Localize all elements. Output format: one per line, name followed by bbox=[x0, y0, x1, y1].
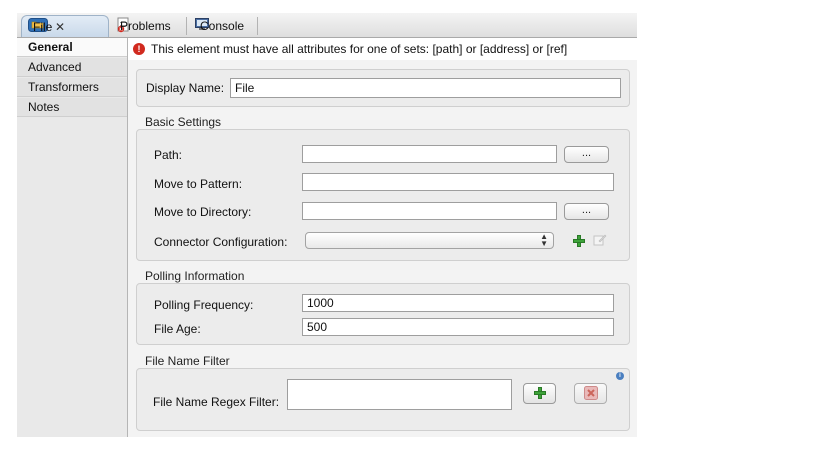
move-to-pattern-label: Move to Pattern: bbox=[154, 177, 243, 191]
move-to-directory-label: Move to Directory: bbox=[154, 205, 252, 219]
file-age-input[interactable] bbox=[302, 318, 614, 336]
tab-console[interactable]: Console bbox=[189, 15, 257, 37]
properties-panel: Display Name: Basic Settings Path: ... M… bbox=[128, 60, 637, 437]
display-name-label: Display Name: bbox=[146, 81, 225, 95]
polling-information-title: Polling Information bbox=[145, 269, 245, 283]
tab-problems[interactable]: Problems bbox=[111, 15, 185, 37]
validation-message: This element must have all attributes fo… bbox=[151, 42, 568, 56]
remove-filter-button[interactable] bbox=[574, 383, 607, 404]
tab-problems-label: Problems bbox=[120, 19, 171, 33]
polling-information-group: Polling Frequency: File Age: bbox=[136, 283, 630, 345]
close-icon[interactable]: ✕ bbox=[55, 20, 65, 34]
remove-icon bbox=[584, 386, 598, 403]
sidebar-item-advanced[interactable]: Advanced bbox=[17, 58, 127, 77]
tab-bar: File ✕ Problems Console bbox=[17, 13, 637, 38]
file-age-label: File Age: bbox=[154, 322, 201, 336]
path-browse-button[interactable]: ... bbox=[564, 146, 609, 163]
tab-divider bbox=[186, 17, 187, 35]
basic-settings-group: Path: ... Move to Pattern: Move to Direc… bbox=[136, 129, 630, 261]
error-icon: ! bbox=[133, 43, 145, 55]
connector-configuration-label: Connector Configuration: bbox=[154, 235, 288, 249]
connector-configuration-select[interactable]: ▲ ▼ bbox=[305, 232, 554, 249]
file-name-regex-filter-label: File Name Regex Filter: bbox=[153, 395, 280, 409]
add-filter-button[interactable] bbox=[523, 383, 556, 404]
tab-file-label: File bbox=[33, 19, 53, 34]
message-bar: ! This element must have all attributes … bbox=[127, 38, 637, 61]
sidebar-item-notes[interactable]: Notes bbox=[17, 98, 127, 117]
move-to-pattern-input[interactable] bbox=[302, 173, 614, 191]
file-name-filter-title: File Name Filter bbox=[145, 354, 230, 368]
polling-frequency-input[interactable] bbox=[302, 294, 614, 312]
move-to-directory-input[interactable] bbox=[302, 202, 557, 220]
plus-icon bbox=[534, 387, 546, 399]
path-label: Path: bbox=[154, 148, 183, 162]
file-name-filter-group: File Name Regex Filter: i bbox=[136, 368, 630, 431]
tab-divider bbox=[257, 17, 258, 35]
editor-frame: File ✕ Problems Console ! This element m… bbox=[17, 13, 637, 437]
basic-settings-title: Basic Settings bbox=[145, 115, 222, 129]
sidebar-item-general[interactable]: General bbox=[17, 38, 127, 57]
tab-console-label: Console bbox=[200, 19, 245, 33]
edit-connector-icon[interactable] bbox=[593, 233, 607, 250]
file-name-regex-filter-input[interactable] bbox=[287, 379, 512, 410]
tab-file[interactable]: File ✕ bbox=[21, 15, 109, 37]
info-icon[interactable]: i bbox=[616, 372, 624, 380]
add-connector-icon[interactable] bbox=[573, 235, 585, 247]
display-name-input[interactable] bbox=[230, 78, 621, 98]
polling-frequency-label: Polling Frequency: bbox=[154, 298, 254, 312]
section-sidebar: General Advanced Transformers Notes bbox=[17, 38, 128, 437]
path-input[interactable] bbox=[302, 145, 557, 163]
display-name-group: Display Name: bbox=[136, 69, 630, 107]
move-to-directory-browse-button[interactable]: ... bbox=[564, 203, 609, 220]
sidebar-item-transformers[interactable]: Transformers bbox=[17, 78, 127, 97]
select-arrows-icon: ▲ ▼ bbox=[540, 232, 548, 248]
